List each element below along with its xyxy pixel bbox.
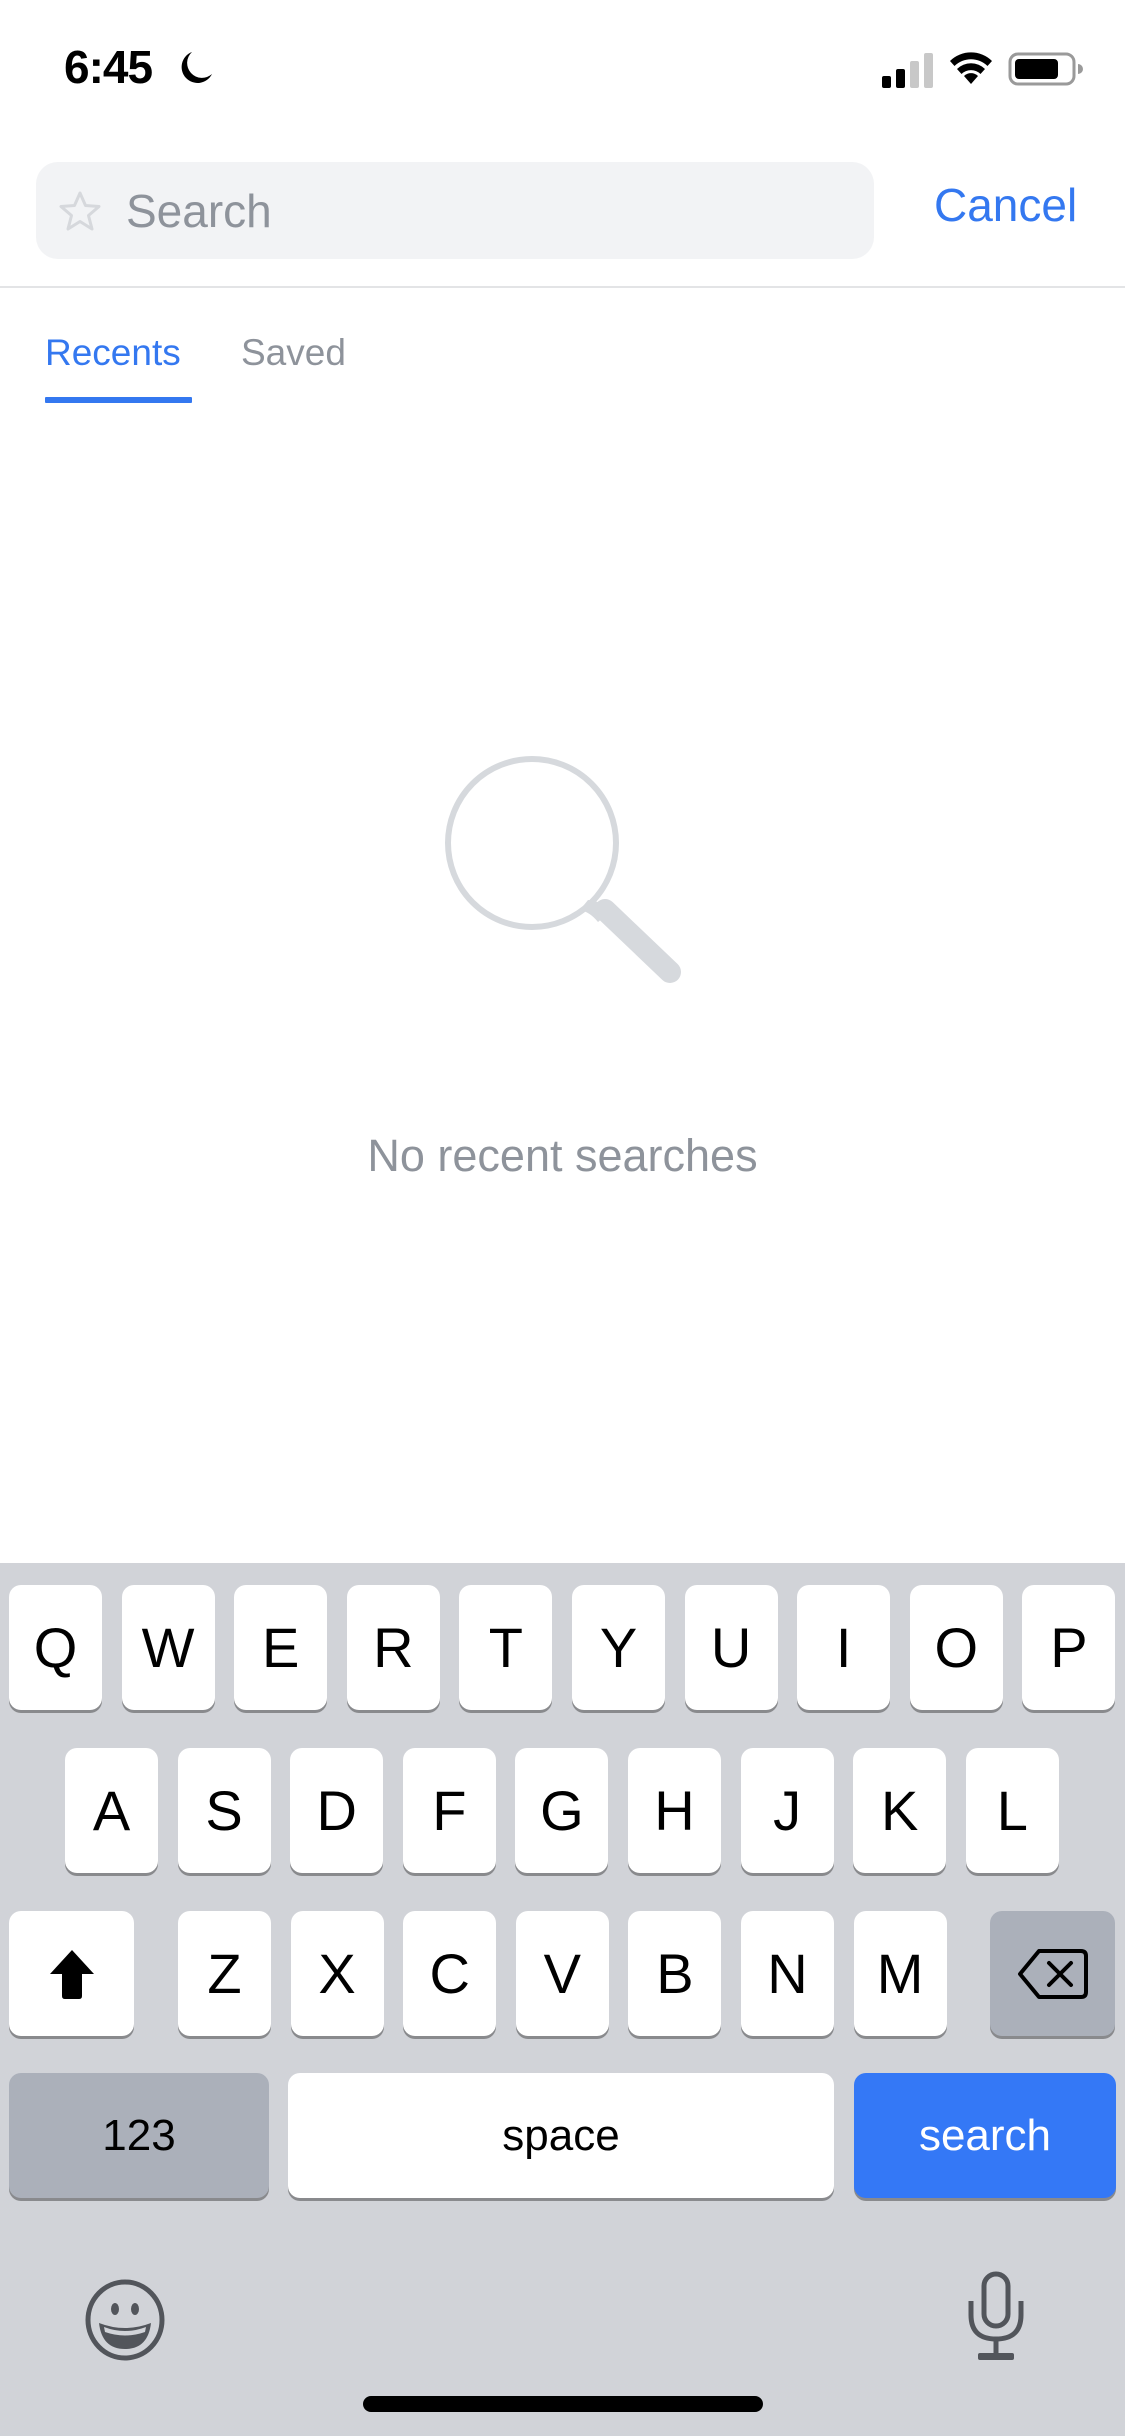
key-o[interactable]: O [909,1585,1003,1710]
numbers-key[interactable]: 123 [9,2073,269,2198]
microphone-icon[interactable] [960,2269,1032,2363]
keyboard: QWERTYUIOP ASDFGHJKL ZXCVBNM 123 space s… [0,1563,1125,2436]
key-m[interactable]: M [853,1911,947,2036]
space-key[interactable]: space [288,2073,834,2198]
signal-bar-4 [924,53,933,88]
wifi-icon [950,52,992,84]
home-indicator[interactable] [363,2396,763,2412]
emoji-icon[interactable] [82,2277,168,2363]
active-tab-indicator [45,397,192,403]
status-bar: 6:45 [0,0,1125,140]
search-input[interactable] [126,162,856,259]
tab-bar: Recents Saved [0,320,1125,410]
key-e[interactable]: E [234,1585,328,1710]
key-l[interactable]: L [965,1748,1059,1873]
delete-key[interactable] [990,1911,1115,2036]
key-a[interactable]: A [65,1748,158,1873]
key-f[interactable]: F [402,1748,496,1873]
key-v[interactable]: V [515,1911,609,2036]
key-q[interactable]: Q [9,1585,102,1710]
signal-bar-1 [882,76,891,88]
signal-bar-3 [910,61,919,88]
key-u[interactable]: U [684,1585,778,1710]
signal-strength-icon [882,53,933,88]
key-y[interactable]: Y [572,1585,665,1710]
key-d[interactable]: D [290,1748,384,1873]
status-time: 6:45 [64,41,153,93]
search-field[interactable] [36,162,874,259]
key-k[interactable]: K [853,1748,947,1873]
tab-saved[interactable]: Saved [241,332,346,374]
key-i[interactable]: I [797,1585,891,1710]
key-b[interactable]: B [628,1911,722,2036]
tab-recents[interactable]: Recents [45,332,181,374]
empty-state-message: No recent searches [367,1130,758,1181]
key-r[interactable]: R [346,1585,440,1710]
key-t[interactable]: T [459,1585,553,1710]
key-c[interactable]: C [403,1911,497,2036]
moon-icon [181,52,212,83]
key-n[interactable]: N [741,1911,834,2036]
search-key[interactable]: search [854,2073,1116,2198]
cancel-button[interactable]: Cancel [934,178,1077,232]
key-w[interactable]: W [121,1585,215,1710]
battery-icon [1008,52,1083,86]
key-h[interactable]: H [628,1748,721,1873]
header-divider [0,286,1125,288]
key-s[interactable]: S [177,1748,271,1873]
backspace-icon [1017,1948,1088,1999]
shift-arrow-icon [49,1949,94,1999]
battery-fill [1015,59,1058,79]
key-x[interactable]: X [290,1911,384,2036]
signal-bar-2 [896,69,905,88]
shift-key[interactable] [9,1911,134,2036]
magnifying-glass-icon [445,756,681,983]
key-j[interactable]: J [740,1748,834,1873]
key-p[interactable]: P [1022,1585,1116,1710]
star-icon[interactable] [58,190,102,232]
key-z[interactable]: Z [178,1911,271,2036]
key-g[interactable]: G [515,1748,609,1873]
